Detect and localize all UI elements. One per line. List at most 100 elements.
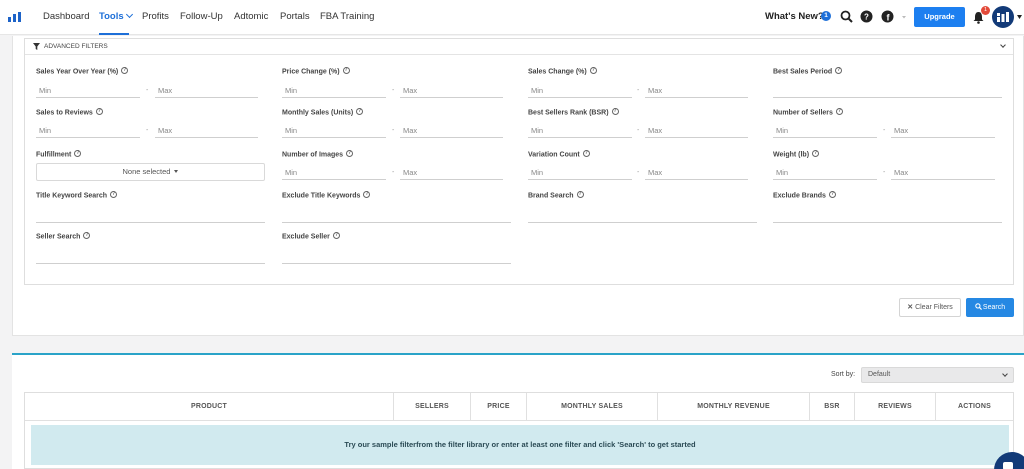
label-bsr: Best Sellers Rank (BSR)? bbox=[528, 108, 619, 117]
avatar-dropdown-icon[interactable] bbox=[1017, 15, 1022, 19]
label-text: Best Sales Period bbox=[773, 68, 833, 76]
exclude-brands-input[interactable] bbox=[773, 209, 1002, 223]
column-header-monthly-revenue[interactable]: MONTHLY REVENUE bbox=[658, 393, 810, 420]
help-icon[interactable]: ? bbox=[74, 150, 82, 157]
fulfillment-select[interactable]: None selected bbox=[36, 163, 265, 181]
nav-tools[interactable]: Tools bbox=[99, 10, 133, 22]
whats-new-badge: 1 bbox=[821, 11, 831, 21]
label-seller-search: Seller Search? bbox=[36, 232, 91, 240]
column-header-monthly-sales[interactable]: MONTHLY SALES bbox=[527, 393, 658, 420]
help-icon[interactable]: ? bbox=[110, 191, 118, 198]
search-label: Search bbox=[982, 304, 1006, 311]
upgrade-button[interactable]: Upgrade bbox=[914, 7, 965, 27]
help-icon[interactable]: ? bbox=[589, 67, 597, 74]
label-text: Sales to Reviews bbox=[36, 109, 93, 117]
avatar[interactable] bbox=[992, 6, 1014, 28]
sales-change-min-input[interactable] bbox=[528, 84, 632, 98]
range-dash: - bbox=[392, 127, 395, 134]
column-header-reviews[interactable]: REVIEWS bbox=[855, 393, 936, 420]
help-icon[interactable]: ? bbox=[356, 108, 364, 115]
clear-filters-button[interactable]: ✕ Clear Filters bbox=[899, 298, 961, 317]
column-header-bsr[interactable]: BSR bbox=[810, 393, 855, 420]
help-icon[interactable]: ? bbox=[83, 232, 91, 239]
monthly-sales-min-input[interactable] bbox=[282, 124, 386, 138]
monthly-sales-max-input[interactable] bbox=[400, 124, 503, 138]
variation-count-max-input[interactable] bbox=[645, 166, 748, 180]
advanced-filters-header[interactable]: ADVANCED FILTERS bbox=[25, 39, 1013, 55]
label-text: Exclude Brands bbox=[773, 192, 826, 200]
sort-select[interactable]: Default bbox=[861, 367, 1014, 383]
label-text: Price Change (%) bbox=[282, 68, 340, 76]
num-sellers-min-input[interactable] bbox=[773, 124, 877, 138]
sales-change-max-input[interactable] bbox=[645, 84, 748, 98]
search-button[interactable]: Search bbox=[966, 298, 1014, 317]
label-text: Best Sellers Rank (BSR) bbox=[528, 109, 609, 117]
help-icon[interactable]: ? bbox=[828, 191, 836, 198]
help-icon[interactable]: ? bbox=[835, 67, 843, 74]
help-icon[interactable]: ? bbox=[121, 67, 129, 74]
column-header-sellers[interactable]: SELLERS bbox=[394, 393, 471, 420]
advanced-filters-title: ADVANCED FILTERS bbox=[44, 43, 108, 50]
bsr-min-input[interactable] bbox=[528, 124, 632, 138]
brand-search-input[interactable] bbox=[528, 209, 757, 223]
exclude-seller-input[interactable] bbox=[282, 250, 511, 264]
bsr-max-input[interactable] bbox=[645, 124, 748, 138]
num-sellers-max-input[interactable] bbox=[891, 124, 995, 138]
label-exclude-brands: Exclude Brands? bbox=[773, 191, 836, 200]
nav-dashboard[interactable]: Dashboard bbox=[43, 11, 89, 22]
help-icon[interactable]: ? bbox=[332, 232, 340, 239]
facebook-icon[interactable]: f bbox=[881, 10, 894, 23]
exclude-title-input[interactable] bbox=[282, 209, 511, 223]
sales-yoy-min-input[interactable] bbox=[36, 84, 140, 98]
seller-search-input[interactable] bbox=[36, 250, 265, 264]
label-exclude-title: Exclude Title Keywords? bbox=[282, 191, 371, 199]
num-images-max-input[interactable] bbox=[400, 166, 503, 180]
weight-max-input[interactable] bbox=[891, 166, 995, 180]
help-icon[interactable]: ? bbox=[576, 191, 584, 198]
label-fulfillment: Fulfillment? bbox=[36, 150, 82, 159]
label-text: Fulfillment bbox=[36, 151, 72, 159]
nav-fba-training[interactable]: FBA Training bbox=[320, 11, 374, 22]
variation-count-min-input[interactable] bbox=[528, 166, 632, 180]
help-icon[interactable]: ? bbox=[363, 191, 371, 198]
label-text: Title Keyword Search bbox=[36, 192, 108, 200]
whats-new-link[interactable]: What's New? bbox=[765, 11, 824, 22]
nav-profits[interactable]: Profits bbox=[142, 11, 169, 22]
nav-portals[interactable]: Portals bbox=[280, 11, 310, 22]
num-images-min-input[interactable] bbox=[282, 166, 386, 180]
nav-follow-up[interactable]: Follow-Up bbox=[180, 11, 223, 22]
title-keyword-input[interactable] bbox=[36, 209, 265, 223]
sales-to-reviews-max-input[interactable] bbox=[155, 124, 258, 138]
help-icon[interactable]: ? bbox=[342, 67, 350, 74]
help-icon[interactable]: ? bbox=[835, 108, 843, 115]
label-sales-yoy: Sales Year Over Year (%)? bbox=[36, 67, 129, 75]
sales-yoy-max-input[interactable] bbox=[155, 84, 258, 98]
weight-min-input[interactable] bbox=[773, 166, 877, 180]
nav-tools-label: Tools bbox=[99, 11, 124, 22]
label-price-change: Price Change (%)? bbox=[282, 67, 350, 76]
label-sales-change: Sales Change (%)? bbox=[528, 67, 597, 75]
sort-label: Sort by: bbox=[831, 371, 856, 378]
chevron-down-icon bbox=[1002, 371, 1008, 377]
search-icon[interactable] bbox=[840, 10, 853, 23]
user-logo-icon bbox=[997, 12, 1009, 22]
help-icon[interactable]: ? bbox=[582, 150, 590, 157]
notification-badge: 1 bbox=[981, 6, 990, 15]
help-icon[interactable]: ? bbox=[346, 150, 354, 157]
search-icon bbox=[975, 302, 982, 310]
column-header-price[interactable]: PRICE bbox=[471, 393, 527, 420]
nav-adtomic[interactable]: Adtomic bbox=[234, 11, 268, 22]
price-change-max-input[interactable] bbox=[400, 84, 503, 98]
help-icon[interactable]: ? bbox=[611, 108, 619, 115]
price-change-min-input[interactable] bbox=[282, 84, 386, 98]
help-icon[interactable]: ? bbox=[860, 10, 873, 23]
column-header-product[interactable]: PRODUCT bbox=[25, 393, 394, 420]
label-text: Exclude Seller bbox=[282, 233, 330, 241]
label-weight: Weight (lb)? bbox=[773, 150, 820, 158]
logo-icon[interactable] bbox=[8, 12, 22, 22]
best-sales-period-input[interactable] bbox=[773, 84, 1002, 98]
sales-to-reviews-min-input[interactable] bbox=[36, 124, 140, 138]
help-icon[interactable]: ? bbox=[812, 150, 820, 157]
help-icon[interactable]: ? bbox=[95, 108, 103, 115]
chevron-down-icon[interactable] bbox=[1000, 42, 1006, 48]
